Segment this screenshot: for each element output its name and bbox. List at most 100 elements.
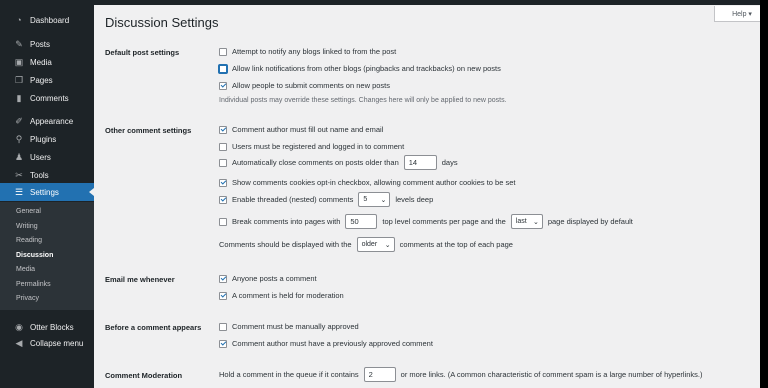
checkbox[interactable]: [219, 158, 227, 167]
close-days-input[interactable]: 14: [403, 155, 437, 170]
option-moderation-links: Hold a comment in the queue if it contai…: [219, 367, 702, 382]
checkbox[interactable]: [219, 274, 227, 283]
option-label: Comment author must have a previously ap…: [232, 339, 433, 348]
thread-depth-select[interactable]: 5 ⌄: [358, 192, 391, 207]
checkbox[interactable]: [219, 291, 227, 300]
checkbox[interactable]: [219, 81, 227, 90]
moderation-links-input[interactable]: 2: [363, 367, 396, 382]
select-value: older: [361, 241, 378, 248]
option-allow-comments[interactable]: Allow people to submit comments on new p…: [219, 81, 390, 90]
submenu-permalinks[interactable]: Permalinks: [16, 281, 51, 288]
option-label: Anyone posts a comment: [232, 274, 317, 283]
option-previously-approved[interactable]: Comment author must have a previously ap…: [219, 339, 433, 348]
section-title-moderation: Comment Moderation: [105, 371, 183, 380]
select-value: 5: [363, 196, 368, 203]
collapse-menu-button[interactable]: ◀ Collapse menu: [0, 334, 94, 352]
menu-item-appearance[interactable]: ✐ Appearance: [0, 112, 94, 130]
menu-item-settings[interactable]: ☰ Settings: [0, 183, 94, 201]
option-label-suffix: or more links. (A common characteristic …: [400, 370, 703, 379]
checkbox[interactable]: [219, 142, 227, 151]
menu-label: Otter Blocks: [30, 322, 74, 332]
menu-item-pages[interactable]: ❐ Pages: [0, 71, 94, 89]
menu-label: Settings: [30, 187, 59, 197]
main-content: Discussion Settings Help ▾ Default post …: [94, 5, 768, 388]
section-title-other-comment: Other comment settings: [105, 126, 192, 135]
option-label: Automatically close comments on posts ol…: [232, 158, 399, 167]
checkbox[interactable]: [219, 339, 227, 348]
media-icon: ▣: [14, 56, 24, 67]
dashboard-icon: ◔: [16, 15, 22, 25]
menu-item-posts[interactable]: ✎ Posts: [0, 35, 94, 53]
option-cookies-optin[interactable]: Show comments cookies opt-in checkbox, a…: [219, 178, 515, 187]
option-paginate-comments[interactable]: Break comments into pages with 50 top le…: [219, 214, 633, 229]
option-notify-blogs[interactable]: Attempt to notify any blogs linked to fr…: [219, 47, 396, 56]
option-label: Users must be registered and logged in t…: [232, 142, 405, 151]
default-post-description: Individual posts may override these sett…: [219, 97, 507, 104]
option-label: Show comments cookies opt-in checkbox, a…: [232, 178, 516, 187]
option-manual-approval[interactable]: Comment must be manually approved: [219, 322, 359, 331]
submenu-discussion[interactable]: Discussion: [16, 252, 53, 259]
tools-icon: ✂: [15, 169, 23, 180]
submenu-reading[interactable]: Reading: [16, 237, 42, 244]
submenu-privacy[interactable]: Privacy: [16, 295, 39, 302]
pages-icon: ❐: [14, 74, 24, 85]
option-label: Allow people to submit comments on new p…: [232, 81, 390, 90]
menu-item-users[interactable]: ♟ Users: [0, 148, 94, 166]
option-threaded-comments[interactable]: Enable threaded (nested) comments 5 ⌄ le…: [219, 192, 433, 207]
option-close-comments[interactable]: Automatically close comments on posts ol…: [219, 155, 458, 170]
menu-label: Appearance: [30, 116, 74, 126]
submenu-general[interactable]: General: [16, 208, 41, 215]
option-label: Comment must be manually approved: [232, 322, 359, 331]
settings-submenu: General Writing Reading Discussion Media…: [0, 202, 94, 310]
menu-item-tools[interactable]: ✂ Tools: [0, 166, 94, 184]
menu-item-dashboard[interactable]: ◔ Dashboard: [0, 11, 94, 29]
option-label: A comment is held for moderation: [232, 291, 344, 300]
checkbox[interactable]: [219, 178, 227, 187]
default-page-select[interactable]: last ⌄: [510, 214, 543, 229]
comment-order-select[interactable]: older ⌄: [356, 237, 395, 252]
option-label: Break comments into pages with: [232, 217, 341, 226]
checkbox[interactable]: [219, 64, 227, 73]
admin-sidebar: ◔ Dashboard ✎ Posts ▣ Media ❐ Pages ▮ Co…: [0, 0, 94, 388]
pin-icon: ✎: [15, 38, 23, 49]
checkbox[interactable]: [219, 195, 227, 204]
page-title: Discussion Settings: [105, 15, 219, 30]
window-edge: [760, 0, 768, 388]
option-pingbacks[interactable]: Allow link notifications from other blog…: [219, 64, 501, 73]
section-title-before-comment: Before a comment appears: [105, 323, 202, 332]
option-label: Hold a comment in the queue if it contai…: [219, 370, 359, 379]
checkbox[interactable]: [219, 322, 227, 331]
menu-item-media[interactable]: ▣ Media: [0, 53, 94, 71]
menu-label: Comments: [30, 93, 69, 103]
checkbox[interactable]: [219, 125, 227, 134]
section-title-default-post: Default post settings: [105, 48, 180, 57]
comments-per-page-input[interactable]: 50: [345, 214, 378, 229]
otter-icon: ◉: [15, 321, 23, 332]
option-label-suffix: levels deep: [395, 195, 434, 204]
option-label-mid: top level comments per page and the: [382, 217, 506, 226]
checkbox[interactable]: [219, 217, 227, 226]
chevron-down-icon: ⌄: [380, 196, 387, 204]
screen: ◔ Dashboard ✎ Posts ▣ Media ❐ Pages ▮ Co…: [0, 0, 768, 388]
option-label: Comments should be displayed with the: [219, 240, 352, 249]
appearance-icon: ✐: [15, 115, 23, 126]
option-email-anyone-posts[interactable]: Anyone posts a comment: [219, 274, 317, 283]
chevron-down-icon: ⌄: [384, 241, 391, 249]
menu-item-plugins[interactable]: ⚲ Plugins: [0, 130, 94, 148]
option-registration-required[interactable]: Users must be registered and logged in t…: [219, 142, 404, 151]
menu-label: Posts: [30, 39, 51, 49]
option-require-name-email[interactable]: Comment author must fill out name and em…: [219, 125, 383, 134]
comments-icon: ▮: [16, 92, 22, 103]
settings-icon: ☰: [14, 186, 24, 197]
users-icon: ♟: [14, 151, 24, 162]
chevron-down-icon: ⌄: [532, 218, 539, 226]
option-email-held-moderation[interactable]: A comment is held for moderation: [219, 291, 344, 300]
menu-item-comments[interactable]: ▮ Comments: [0, 89, 94, 107]
checkbox[interactable]: [219, 47, 227, 56]
submenu-writing[interactable]: Writing: [16, 223, 38, 230]
submenu-media[interactable]: Media: [16, 266, 35, 273]
option-label-suffix: comments at the top of each page: [399, 240, 513, 249]
select-value: last: [515, 218, 527, 225]
menu-label: Media: [30, 57, 52, 67]
menu-label: Plugins: [30, 134, 57, 144]
